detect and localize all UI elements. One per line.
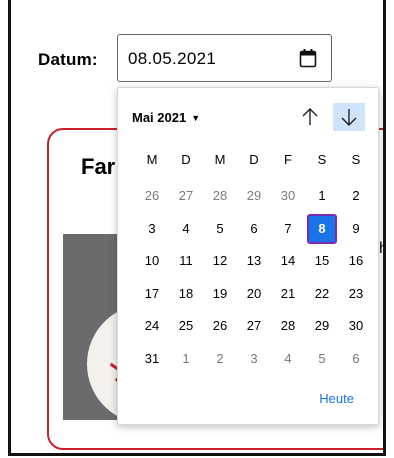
day-cell[interactable]: 22 [310, 282, 334, 306]
day-cell[interactable]: 2 [344, 184, 368, 208]
day-cell[interactable]: 14 [276, 249, 300, 273]
weekday-label: M [146, 152, 158, 167]
days-grid: 26 27 28 29 30 1 2 3 4 5 6 7 8 9 10 11 12 13 14 15 16 17 18 19 2… [135, 184, 367, 379]
day-cell[interactable]: 16 [344, 249, 368, 273]
day-cell[interactable]: 13 [242, 249, 266, 273]
month-year-selector[interactable]: Mai 2021 ▼ [132, 110, 200, 125]
day-cell[interactable]: 19 [208, 282, 232, 306]
day-cell[interactable]: 3 [242, 347, 266, 371]
day-cell[interactable]: 11 [174, 249, 198, 273]
day-cell[interactable]: 4 [174, 217, 198, 241]
day-cell[interactable]: 26 [140, 184, 164, 208]
day-cell[interactable]: 15 [310, 249, 334, 273]
day-cell[interactable]: 26 [208, 314, 232, 338]
day-cell[interactable]: 1 [310, 184, 334, 208]
day-cell[interactable]: 27 [242, 314, 266, 338]
day-cell[interactable]: 5 [310, 347, 334, 371]
arrow-down-icon [341, 109, 357, 126]
month-year-label: Mai 2021 [132, 110, 187, 125]
day-cell[interactable]: 5 [208, 217, 232, 241]
day-cell[interactable]: 3 [140, 217, 164, 241]
weekday-label: F [284, 152, 292, 167]
day-cell[interactable]: 31 [140, 347, 164, 371]
day-cell[interactable]: 6 [242, 217, 266, 241]
day-cell[interactable]: 21 [276, 282, 300, 306]
weekday-label: D [249, 152, 259, 167]
arrow-up-icon [302, 108, 318, 125]
day-cell[interactable]: 12 [208, 249, 232, 273]
weekday-label: M [214, 152, 226, 167]
day-cell[interactable]: 27 [174, 184, 198, 208]
weekday-label: S [317, 152, 327, 167]
day-cell[interactable]: 7 [276, 217, 300, 241]
datepicker-popup: Mai 2021 ▼ M D M D F S S 26 27 28 29 30 1 2 3 4 5 6… [117, 87, 379, 425]
day-cell[interactable]: 30 [344, 314, 368, 338]
day-cell[interactable]: 29 [242, 184, 266, 208]
date-label: Datum: [38, 50, 98, 69]
calendar-icon[interactable] [299, 48, 317, 68]
card-title: Far [81, 154, 116, 179]
day-cell[interactable]: 17 [140, 282, 164, 306]
date-input[interactable]: 08.05.2021 [117, 34, 332, 82]
day-cell[interactable]: 28 [276, 314, 300, 338]
next-month-button[interactable] [333, 103, 365, 131]
day-cell[interactable]: 6 [344, 347, 368, 371]
day-cell[interactable]: 10 [140, 249, 164, 273]
page-frame: Datum: Far he 08.05.2021 Mai 2021 ▼ [8, 0, 386, 456]
day-cell[interactable]: 28 [208, 184, 232, 208]
weekday-header: M D M D F S S [135, 152, 367, 172]
date-input-value[interactable]: 08.05.2021 [128, 49, 216, 69]
day-cell[interactable]: 25 [174, 314, 198, 338]
card-text: he [379, 240, 383, 258]
day-cell[interactable]: 18 [174, 282, 198, 306]
weekday-label: S [351, 152, 361, 167]
selected-day-cell[interactable]: 8 [307, 213, 337, 244]
caret-down-icon: ▼ [191, 113, 201, 123]
day-cell[interactable]: 2 [208, 347, 232, 371]
day-cell[interactable]: 20 [242, 282, 266, 306]
weekday-label: D [181, 152, 191, 167]
previous-month-button[interactable] [294, 103, 326, 131]
day-cell[interactable]: 30 [276, 184, 300, 208]
today-button[interactable]: Heute [319, 391, 354, 406]
day-cell[interactable]: 23 [344, 282, 368, 306]
day-cell[interactable]: 29 [310, 314, 334, 338]
day-cell[interactable]: 4 [276, 347, 300, 371]
day-cell[interactable]: 24 [140, 314, 164, 338]
day-cell[interactable]: 9 [344, 217, 368, 241]
day-cell[interactable]: 1 [174, 347, 198, 371]
